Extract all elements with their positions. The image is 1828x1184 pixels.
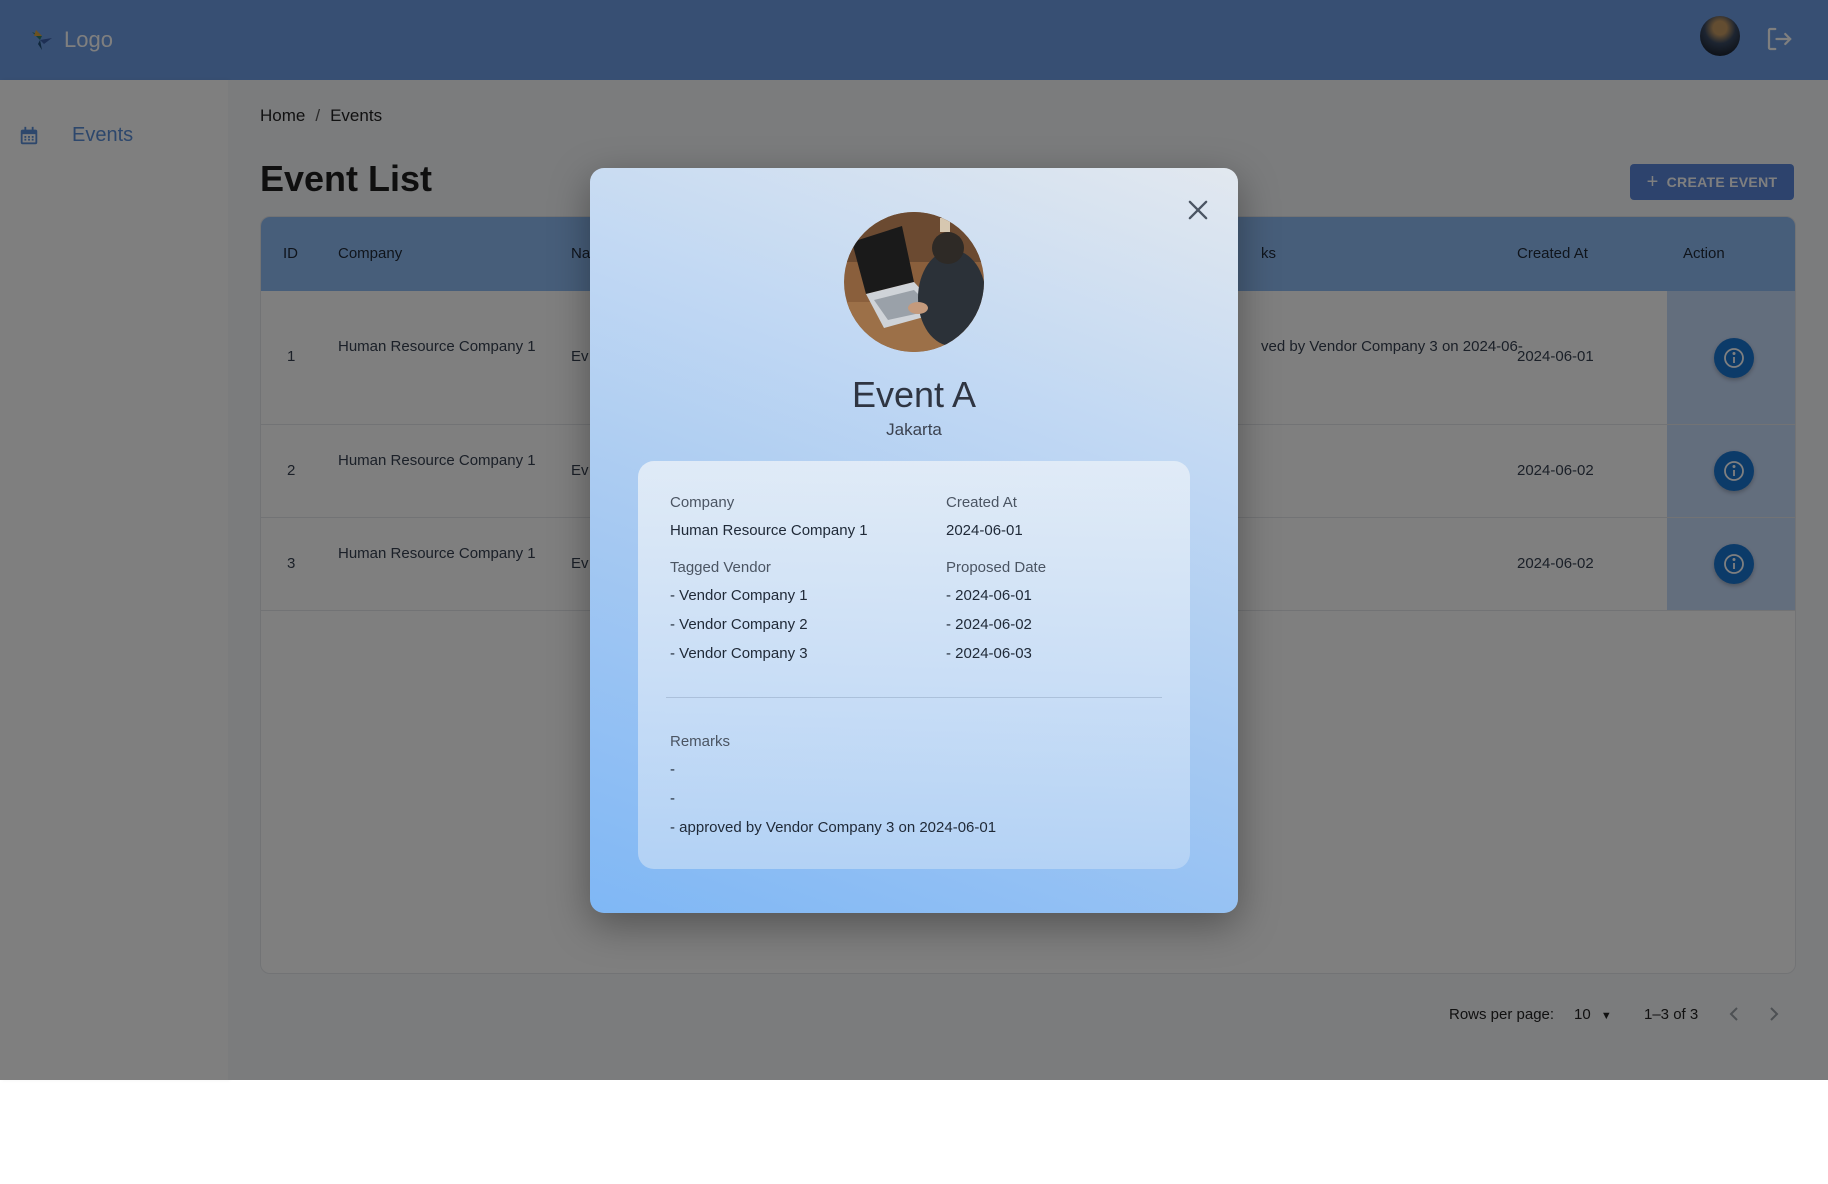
event-location: Jakarta [886, 420, 942, 439]
event-detail-card: Company Human Resource Company 1 Created… [638, 461, 1190, 869]
tagged-vendor-label: Tagged Vendor [670, 559, 771, 576]
vendor-item: - Vendor Company 2 [670, 616, 808, 633]
vendor-item: - Vendor Company 3 [670, 645, 808, 662]
created-at-label: Created At [946, 494, 1017, 511]
company-label: Company [670, 494, 735, 511]
proposed-date-item: - 2024-06-03 [946, 645, 1032, 662]
remarks-label: Remarks [670, 733, 731, 750]
proposed-date-item: - 2024-06-01 [946, 587, 1032, 604]
event-image [844, 212, 984, 352]
remark-item: - [670, 761, 675, 778]
proposed-date-item: - 2024-06-02 [946, 616, 1032, 633]
event-detail-modal: Event A Jakarta Company Human Resource C… [590, 168, 1238, 913]
laptop-photo-icon [844, 212, 984, 352]
company-value: Human Resource Company 1 [670, 522, 868, 539]
vendor-item: - Vendor Company 1 [670, 587, 808, 604]
remark-item: - approved by Vendor Company 3 on 2024-0… [670, 819, 997, 836]
event-title: Event A [851, 374, 977, 415]
close-icon[interactable] [1184, 196, 1212, 224]
remark-item: - [670, 790, 675, 807]
created-at-value: 2024-06-01 [946, 522, 1023, 539]
divider [666, 697, 1162, 698]
proposed-date-label: Proposed Date [946, 559, 1047, 576]
